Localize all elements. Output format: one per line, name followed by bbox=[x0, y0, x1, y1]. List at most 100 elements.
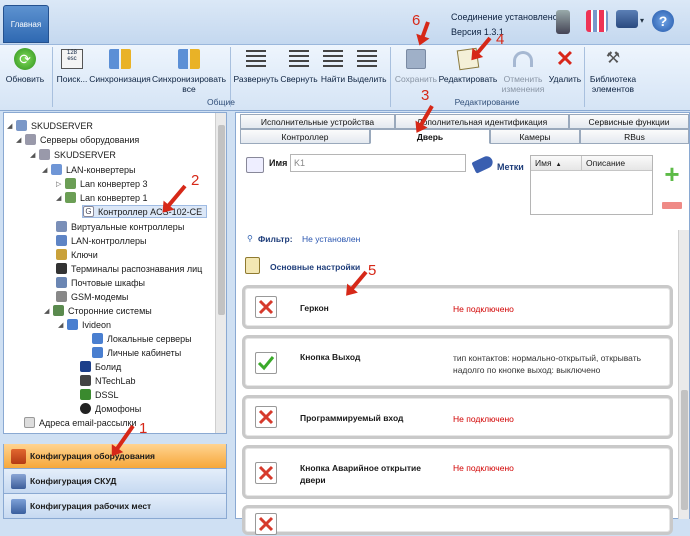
tree-item[interactable]: ◢ SKUDSERVER bbox=[7, 119, 93, 132]
search-button[interactable]: 128 esc Поиск... bbox=[56, 47, 88, 84]
tree-item[interactable]: ◢ Ivideon bbox=[58, 318, 111, 331]
tags-table[interactable]: Имя ▲ Описание bbox=[530, 155, 653, 215]
tree-item[interactable]: ◢ Lan конвертер 1 bbox=[56, 191, 148, 204]
setting-card[interactable]: Программируемый вход Не подключено bbox=[242, 395, 673, 439]
bolid-icon bbox=[80, 361, 91, 372]
sync-all-button[interactable]: Синхронизировать все bbox=[152, 47, 226, 94]
email-icon bbox=[24, 417, 35, 428]
tab-rbus[interactable]: RBus bbox=[580, 129, 689, 144]
ntechlab-icon bbox=[80, 375, 91, 386]
server-icon bbox=[39, 149, 50, 160]
nav-workplaces-config[interactable]: Конфигурация рабочих мест bbox=[3, 494, 227, 519]
tab-home[interactable]: Главная bbox=[3, 5, 49, 43]
settings-section-title: Основные настройки bbox=[270, 262, 361, 272]
refresh-label: Обновить bbox=[5, 74, 45, 84]
library-button[interactable]: ⚒ Библиотека элементов bbox=[588, 47, 638, 95]
select-button[interactable]: Выделить bbox=[347, 47, 387, 84]
tags-col-name[interactable]: Имя ▲ bbox=[531, 156, 582, 170]
refresh-icon: ⟳ bbox=[12, 47, 38, 71]
sync-button[interactable]: Синхронизация bbox=[89, 47, 151, 84]
ivideon-icon bbox=[92, 347, 103, 358]
controller-icon: G bbox=[83, 206, 94, 217]
setting-title: Кнопка Аварийное открытие двери bbox=[300, 463, 421, 485]
tree-item[interactable]: ◢ SKUDSERVER bbox=[30, 148, 116, 161]
tab-service-functions[interactable]: Сервисные функции bbox=[569, 114, 689, 129]
dssl-icon bbox=[80, 389, 91, 400]
tree-item[interactable]: DSSL bbox=[80, 388, 119, 401]
tree-item[interactable]: GSM-модемы bbox=[56, 290, 128, 303]
setting-card-partial[interactable] bbox=[242, 505, 673, 535]
content-scrollbar[interactable] bbox=[678, 230, 689, 519]
name-label: Имя bbox=[269, 158, 288, 168]
group-label-general: Общие bbox=[207, 97, 235, 107]
tree-item[interactable]: ◢ Серверы оборудования bbox=[16, 133, 139, 146]
delete-button[interactable]: ✕ Удалить bbox=[548, 46, 582, 85]
name-input[interactable]: K1 bbox=[290, 154, 466, 172]
setting-card[interactable]: Кнопка Аварийное открытие двери Не подкл… bbox=[242, 445, 673, 499]
hardware-tree: ◢ SKUDSERVER ◢ Серверы оборудования ◢ SKUDS… bbox=[3, 112, 227, 434]
tree-item[interactable]: LAN-контроллеры bbox=[56, 234, 146, 247]
help-icon[interactable]: ? bbox=[652, 10, 674, 32]
expand-button[interactable]: Развернуть bbox=[233, 47, 279, 84]
setting-title: Кнопка Выход bbox=[300, 352, 361, 362]
clipboard-icon bbox=[245, 257, 260, 274]
search-device-icon: 128 esc bbox=[59, 47, 85, 71]
disconnected-icon bbox=[255, 513, 277, 535]
callout-5: 5 bbox=[368, 262, 377, 279]
library-label: Библиотека элементов bbox=[589, 74, 637, 94]
filter-icon: ⚲ bbox=[247, 234, 253, 243]
tab-cameras[interactable]: Камеры bbox=[490, 129, 580, 144]
server-icon[interactable] bbox=[556, 10, 570, 34]
key-icon bbox=[56, 249, 67, 260]
content-scrollbar-thumb[interactable] bbox=[681, 390, 688, 510]
tree-item[interactable]: Локальные серверы bbox=[92, 332, 192, 345]
remove-tag-icon[interactable] bbox=[662, 202, 682, 209]
converter-icon bbox=[65, 178, 76, 189]
refresh-button[interactable]: ⟳ Обновить bbox=[6, 47, 44, 84]
tree-item[interactable]: Терминалы распознавания лиц bbox=[56, 262, 202, 275]
save-button[interactable]: Сохранить bbox=[394, 47, 438, 84]
tree-item[interactable]: NTechLab bbox=[80, 374, 136, 387]
find-button[interactable]: Найти bbox=[320, 47, 346, 84]
setting-card[interactable]: Геркон Не подключено bbox=[242, 285, 673, 329]
sort-arrow-icon: ▲ bbox=[555, 162, 562, 168]
callout-4: 4 bbox=[496, 31, 505, 48]
tree-scrollbar-thumb[interactable] bbox=[218, 125, 225, 315]
nav-acs-config[interactable]: Конфигурация СКУД bbox=[3, 469, 227, 494]
setting-value: Не подключено bbox=[453, 304, 514, 314]
ivideon-icon bbox=[92, 333, 103, 344]
setting-card[interactable]: Кнопка Выход тип контактов: нормально-от… bbox=[242, 335, 673, 389]
tree-item-selected[interactable]: G Контроллер ACS-102-CE bbox=[82, 205, 208, 218]
tree-item[interactable]: Адреса email-рассылки bbox=[24, 416, 136, 429]
collapse-button[interactable]: Свернуть bbox=[280, 47, 318, 84]
tags-col-description[interactable]: Описание bbox=[582, 156, 652, 170]
callout-6: 6 bbox=[412, 12, 421, 29]
tree-item[interactable]: Болид bbox=[80, 360, 121, 373]
tab-actuators[interactable]: Исполнительные устройства bbox=[240, 114, 395, 129]
tree-item[interactable]: Виртуальные контроллеры bbox=[56, 220, 184, 233]
delete-icon: ✕ bbox=[555, 46, 575, 71]
network-icon[interactable] bbox=[586, 10, 608, 32]
tree-item[interactable]: ▷ Lan конвертер 3 bbox=[56, 177, 148, 190]
dropdown-chevron-icon[interactable]: ▾ bbox=[640, 16, 644, 25]
tree-item[interactable]: Домофоны bbox=[80, 402, 141, 415]
add-tag-icon[interactable]: + bbox=[662, 161, 682, 187]
undo-button[interactable]: Отменить изменения bbox=[498, 47, 548, 94]
tree-item[interactable]: Почтовые шкафы bbox=[56, 276, 145, 289]
tab-door[interactable]: Дверь bbox=[370, 129, 490, 144]
tree-item[interactable]: ◢ Сторонние системы bbox=[44, 304, 152, 317]
server-icon bbox=[16, 120, 27, 131]
callout-3: 3 bbox=[421, 87, 430, 104]
filter-value-link[interactable]: Не установлен bbox=[302, 234, 360, 244]
ivideon-icon bbox=[67, 319, 78, 330]
display-settings-icon[interactable] bbox=[616, 10, 638, 28]
tab-controller[interactable]: Контроллер bbox=[240, 129, 370, 144]
tree-item[interactable]: Личные кабинеты bbox=[92, 346, 181, 359]
save-label: Сохранить bbox=[394, 74, 438, 84]
gsm-modem-icon bbox=[56, 291, 67, 302]
tree-scrollbar[interactable] bbox=[215, 113, 226, 433]
tree-item[interactable]: Ключи bbox=[56, 248, 98, 261]
delete-label: Удалить bbox=[548, 74, 582, 84]
tree-item[interactable]: ◢ LAN-конвертеры bbox=[42, 163, 136, 176]
expand-label: Развернуть bbox=[233, 74, 279, 84]
